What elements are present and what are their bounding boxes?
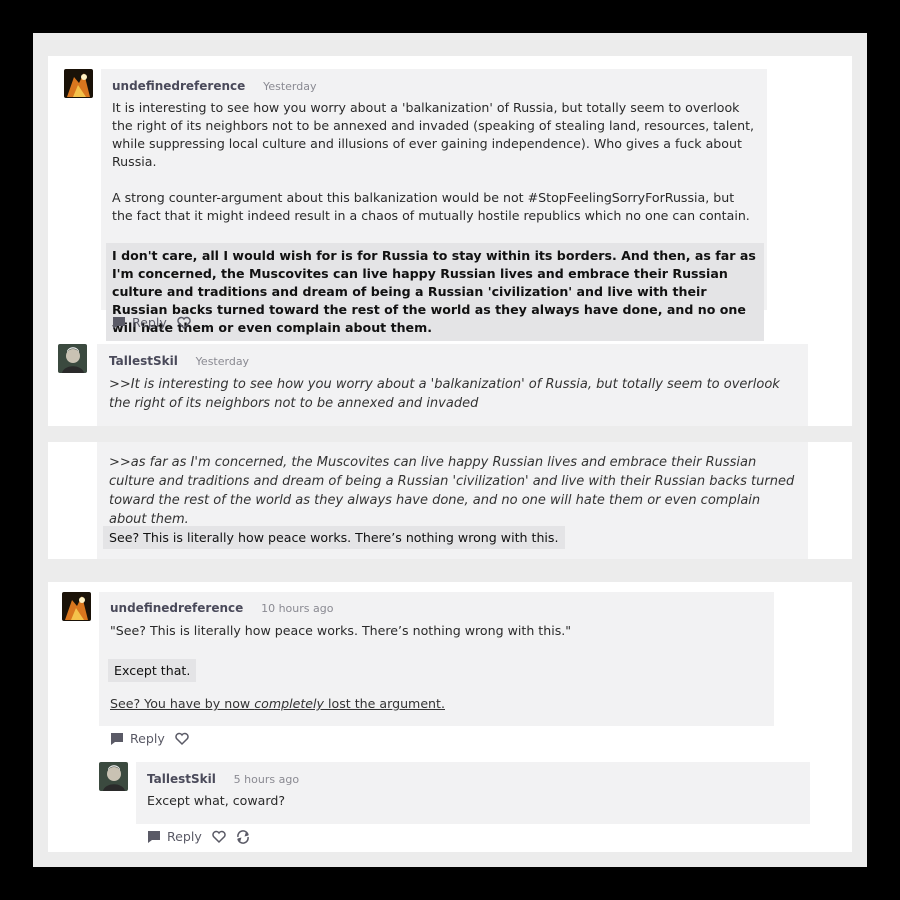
comment-paragraph: Except what, coward? (147, 793, 286, 808)
heart-icon (175, 732, 189, 746)
comment-meta-2: TallestSkil Yesterday (109, 354, 249, 368)
comment-paragraph-link[interactable]: See? You have by now completely lost the… (110, 695, 760, 713)
comment-author[interactable]: undefinedreference (112, 79, 245, 93)
comment-highlight: Except that. (108, 659, 197, 682)
avatar-tallestskil[interactable] (99, 762, 128, 791)
comment-body-3: "See? This is literally how peace works.… (108, 622, 760, 713)
heart-icon (212, 830, 226, 844)
comment-paragraph: It is interesting to see how you worry a… (112, 100, 755, 169)
comment-paragraph: A strong counter-argument about this bal… (112, 190, 750, 223)
comment-meta-3: undefinedreference 10 hours ago (110, 601, 333, 615)
share-button[interactable] (236, 829, 250, 844)
avatar-undefinedreference[interactable] (64, 69, 93, 98)
comment-author[interactable]: TallestSkil (147, 772, 216, 786)
comment-highlight: I don't care, all I would wish for is fo… (106, 243, 764, 341)
comment-quote-2: >>as far as I'm concerned, the Muscovite… (109, 455, 795, 527)
comment-time: Yesterday (263, 80, 317, 93)
comment-body-1: It is interesting to see how you worry a… (106, 99, 764, 341)
comment-text-part: lost the argument. (324, 696, 445, 711)
comment-time: 5 hours ago (233, 773, 300, 786)
comment-meta-1: undefinedreference Yesterday (112, 79, 316, 93)
like-button[interactable] (212, 830, 226, 844)
avatar-tallestskil[interactable] (58, 344, 87, 373)
comment-emphasis: completely (254, 696, 325, 711)
comment-highlight: See? This is literally how peace works. … (103, 526, 565, 549)
comment-actions-4: Reply (147, 829, 250, 844)
comment-quote-1: >>It is interesting to see how you worry… (109, 377, 780, 411)
reply-bubble-icon (112, 316, 126, 330)
like-button[interactable] (177, 316, 191, 330)
comment-author[interactable]: undefinedreference (110, 601, 243, 615)
reply-button[interactable]: Reply (147, 829, 202, 844)
comment-highlight-wrap: Except that. (108, 659, 760, 682)
reply-label: Reply (130, 731, 165, 746)
comment-meta-4: TallestSkil 5 hours ago (147, 772, 299, 786)
comment-author[interactable]: TallestSkil (109, 354, 178, 368)
heart-icon (177, 316, 191, 330)
comment-paragraph: "See? This is literally how peace works.… (110, 623, 572, 638)
reply-button[interactable]: Reply (110, 731, 165, 746)
comment-time: 10 hours ago (261, 602, 334, 615)
reply-label: Reply (167, 829, 202, 844)
comment-text-part: See? You have by now (110, 696, 255, 711)
like-button[interactable] (175, 732, 189, 746)
share-icon (236, 829, 250, 844)
comment-reply-text: See? This is literally how peace works. … (103, 526, 565, 549)
comment-actions-1: Reply (112, 315, 191, 330)
avatar-undefinedreference[interactable] (62, 592, 91, 621)
reply-label: Reply (132, 315, 167, 330)
reply-bubble-icon (147, 830, 161, 844)
comment-actions-3: Reply (110, 731, 189, 746)
comment-time: Yesterday (195, 355, 250, 368)
reply-button[interactable]: Reply (112, 315, 167, 330)
reply-bubble-icon (110, 732, 124, 746)
